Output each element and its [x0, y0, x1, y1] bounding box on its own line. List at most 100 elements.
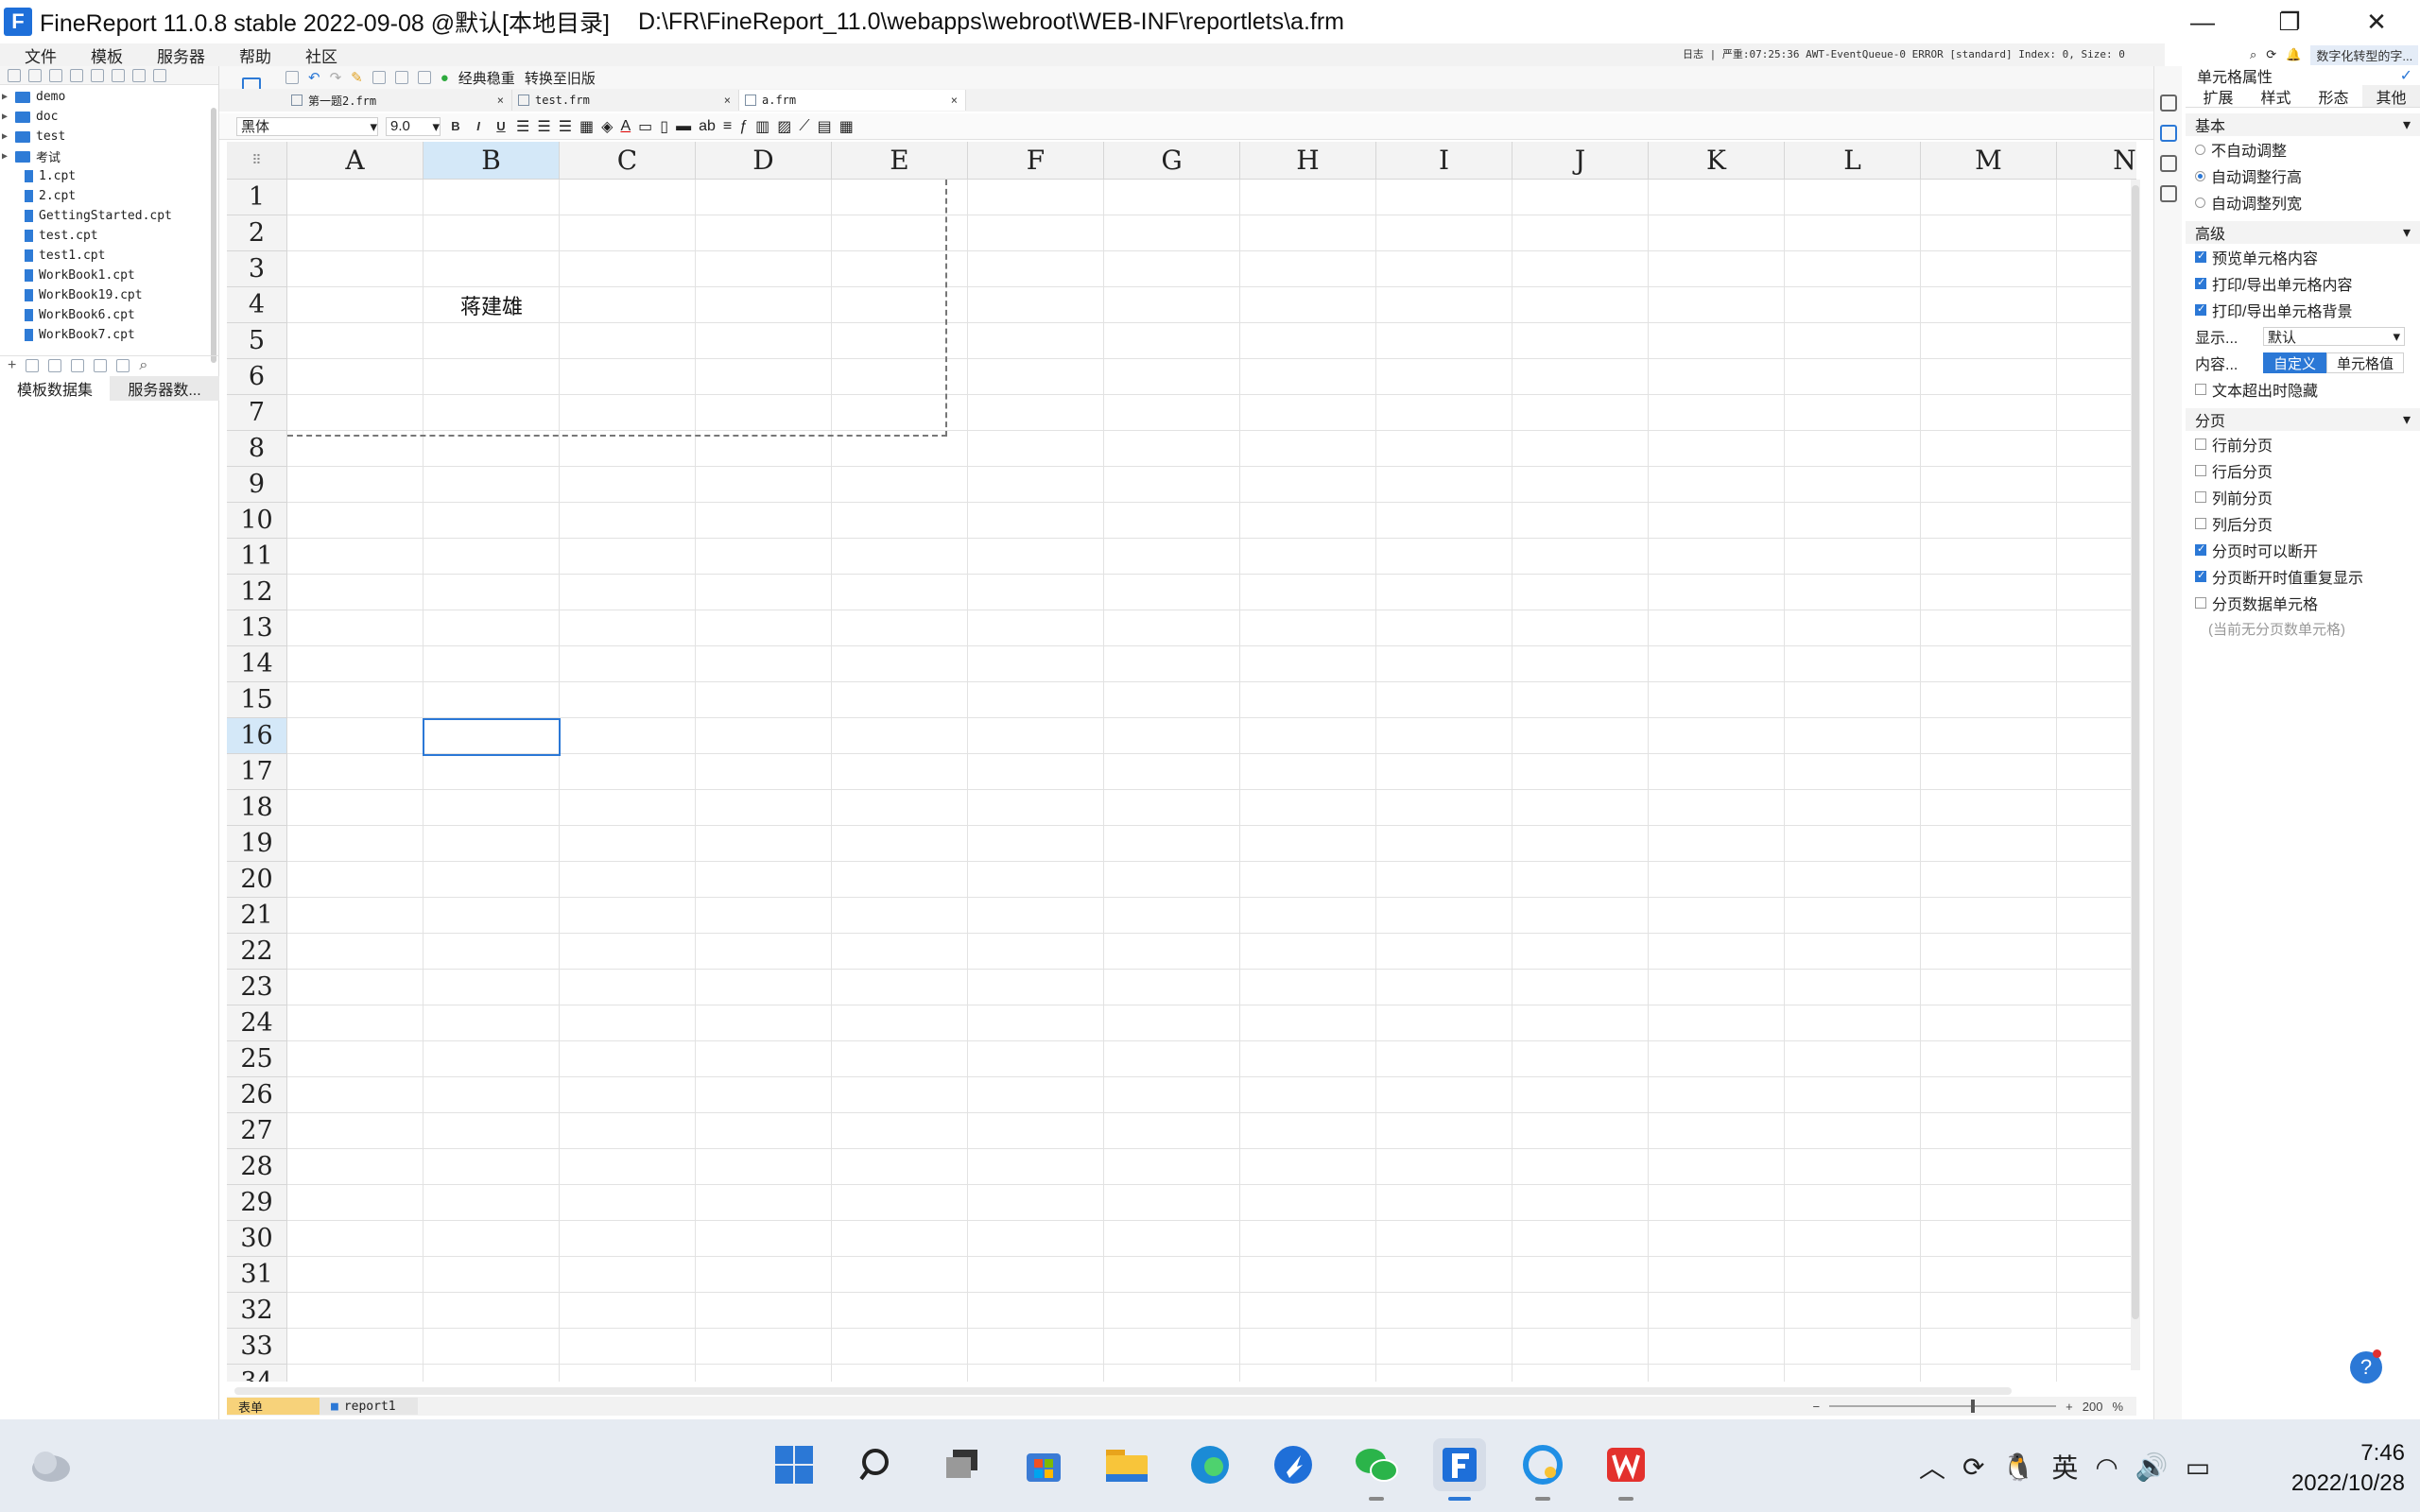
insert-text-icon[interactable]: ab — [699, 118, 716, 135]
row-header[interactable]: 17 — [227, 754, 287, 790]
column-header[interactable]: C — [560, 142, 696, 180]
spreadsheet-grid[interactable]: ⠿ A B C D E F G H I J K L M N 1234567891… — [227, 142, 2136, 1382]
cell-b4[interactable]: 蒋建雄 — [424, 287, 560, 323]
column-header[interactable]: J — [1512, 142, 1649, 180]
close-tab-icon[interactable]: × — [724, 94, 731, 107]
qq-browser-icon[interactable] — [1516, 1438, 1569, 1501]
column-header[interactable]: F — [968, 142, 1104, 180]
row-header[interactable]: 34 — [227, 1365, 287, 1382]
align-right-icon[interactable]: ☰ — [559, 117, 572, 136]
underline-button[interactable]: U — [493, 119, 509, 133]
row-header[interactable]: 8 — [227, 431, 287, 467]
row-header[interactable]: 26 — [227, 1077, 287, 1113]
column-header[interactable]: I — [1376, 142, 1512, 180]
sheet-tab-report1[interactable]: ■ report1 — [320, 1398, 418, 1415]
column-header[interactable]: D — [696, 142, 832, 180]
tree-item-file[interactable]: WorkBook7.cpt — [0, 325, 218, 345]
radio-icon[interactable] — [2195, 197, 2205, 208]
section-paging[interactable]: 分页 ▾ — [2186, 408, 2420, 431]
checkbox-icon[interactable] — [2195, 518, 2206, 529]
weather-cloud-icon[interactable] — [28, 1446, 72, 1484]
template-params-icon[interactable] — [372, 71, 386, 84]
expand-arrow-icon[interactable]: ▶ — [0, 92, 9, 102]
row-header[interactable]: 1 — [227, 180, 287, 215]
add-icon[interactable]: + — [8, 357, 16, 374]
bold-button[interactable]: B — [448, 119, 463, 133]
system-clock[interactable]: 7:46 2022/10/28 — [2263, 1438, 2405, 1499]
opt-paging-data-cell[interactable]: 分页数据单元格 — [2186, 590, 2420, 616]
opt-col-after[interactable]: 列后分页 — [2186, 510, 2420, 537]
tree-item-doc[interactable]: ▶ doc — [0, 107, 218, 127]
row-header[interactable]: 33 — [227, 1329, 287, 1365]
close-tab-icon[interactable]: × — [497, 94, 504, 107]
column-header[interactable]: L — [1785, 142, 1921, 180]
edit-icon[interactable] — [26, 358, 40, 372]
vertical-scrollbar[interactable] — [2131, 180, 2140, 1370]
menu-file[interactable]: 文件 — [0, 43, 74, 67]
ime-indicator[interactable]: 英 — [2051, 1448, 2078, 1486]
tree-scrollbar[interactable] — [211, 108, 216, 363]
bell-icon[interactable]: 🔔 — [2286, 47, 2301, 62]
doc-tab-active[interactable]: a.frm × — [739, 90, 966, 111]
delete-icon[interactable] — [91, 68, 104, 82]
column-header[interactable]: A — [287, 142, 424, 180]
insert-richtext-icon[interactable]: ≡ — [723, 118, 732, 135]
opt-row-before[interactable]: 行前分页 — [2186, 431, 2420, 457]
opt-row-after[interactable]: 行后分页 — [2186, 457, 2420, 484]
opt-print-bg[interactable]: 打印/导出单元格背景 — [2186, 297, 2420, 323]
tab-form[interactable]: 形态 — [2305, 85, 2362, 107]
align-center-icon[interactable]: ☰ — [537, 117, 550, 136]
opt-no-auto[interactable]: 不自动调整 — [2186, 136, 2420, 163]
column-header[interactable]: N — [2057, 142, 2136, 180]
row-header[interactable]: 7 — [227, 395, 287, 431]
tab-expand[interactable]: 扩展 — [2189, 85, 2247, 107]
row-header[interactable]: 23 — [227, 970, 287, 1005]
tab-template-dataset[interactable]: 模板数据集 — [0, 376, 110, 401]
search-icon[interactable]: ⌕ — [2250, 47, 2256, 62]
opt-repeat-value[interactable]: 分页断开时值重复显示 — [2186, 563, 2420, 590]
chevron-up-icon[interactable]: ︿ — [1919, 1448, 1945, 1486]
insert-row-icon[interactable]: ▬ — [676, 118, 691, 135]
checkbox-icon[interactable] — [2195, 597, 2206, 609]
row-header[interactable]: 3 — [227, 251, 287, 287]
opt-auto-col[interactable]: 自动调整列宽 — [2186, 189, 2420, 215]
row-header[interactable]: 27 — [227, 1113, 287, 1149]
zoom-slider[interactable] — [1829, 1400, 2057, 1413]
expand-arrow-icon[interactable]: ▶ — [0, 112, 9, 122]
widget-property-icon[interactable] — [2159, 155, 2177, 172]
sync-icon[interactable]: ⟳ — [2266, 47, 2276, 62]
check-icon[interactable]: ● — [441, 70, 449, 86]
checkbox-icon[interactable] — [2195, 569, 2206, 582]
cell-property-icon[interactable] — [2159, 125, 2177, 142]
row-header[interactable]: 11 — [227, 539, 287, 575]
row-header[interactable]: 9 — [227, 467, 287, 503]
row-header[interactable]: 20 — [227, 862, 287, 898]
collapse-icon[interactable] — [153, 68, 166, 82]
row-header[interactable]: 4 — [227, 287, 287, 323]
tree-item-file[interactable]: test1.cpt — [0, 246, 218, 266]
ms-store-icon[interactable] — [1017, 1438, 1070, 1491]
menu-server[interactable]: 服务器 — [140, 43, 222, 67]
tree-item-demo[interactable]: ▶ demo — [0, 87, 218, 107]
menu-help[interactable]: 帮助 — [222, 43, 288, 67]
zoom-value[interactable]: 200 — [2083, 1400, 2103, 1414]
search-icon[interactable]: ⌕ — [139, 357, 147, 374]
wps-office-icon[interactable] — [1599, 1438, 1652, 1501]
minimize-button[interactable]: — — [2159, 0, 2246, 43]
digital-badge[interactable]: 数字化转型的字... — [2310, 44, 2419, 65]
column-header[interactable]: M — [1921, 142, 2057, 180]
border-icon[interactable]: ▦ — [579, 117, 594, 136]
edge-browser-icon[interactable] — [1184, 1438, 1236, 1491]
wifi-icon[interactable]: ◠ — [2095, 1452, 2118, 1483]
split-cells-icon[interactable]: ▯ — [660, 117, 668, 136]
tree-item-file[interactable]: GettingStarted.cpt — [0, 206, 218, 226]
insert-chart-icon[interactable]: ▥ — [755, 117, 769, 136]
column-header[interactable]: H — [1240, 142, 1376, 180]
cell-value-button[interactable]: 单元格值 — [2326, 352, 2405, 373]
section-basic[interactable]: 基本 ▾ — [2186, 113, 2420, 136]
tree-item-file[interactable]: 2.cpt — [0, 186, 218, 206]
zoom-out-button[interactable]: − — [1813, 1400, 1821, 1414]
column-header[interactable]: E — [832, 142, 968, 180]
finereport-taskbar-icon[interactable] — [1433, 1438, 1486, 1501]
row-header[interactable]: 18 — [227, 790, 287, 826]
